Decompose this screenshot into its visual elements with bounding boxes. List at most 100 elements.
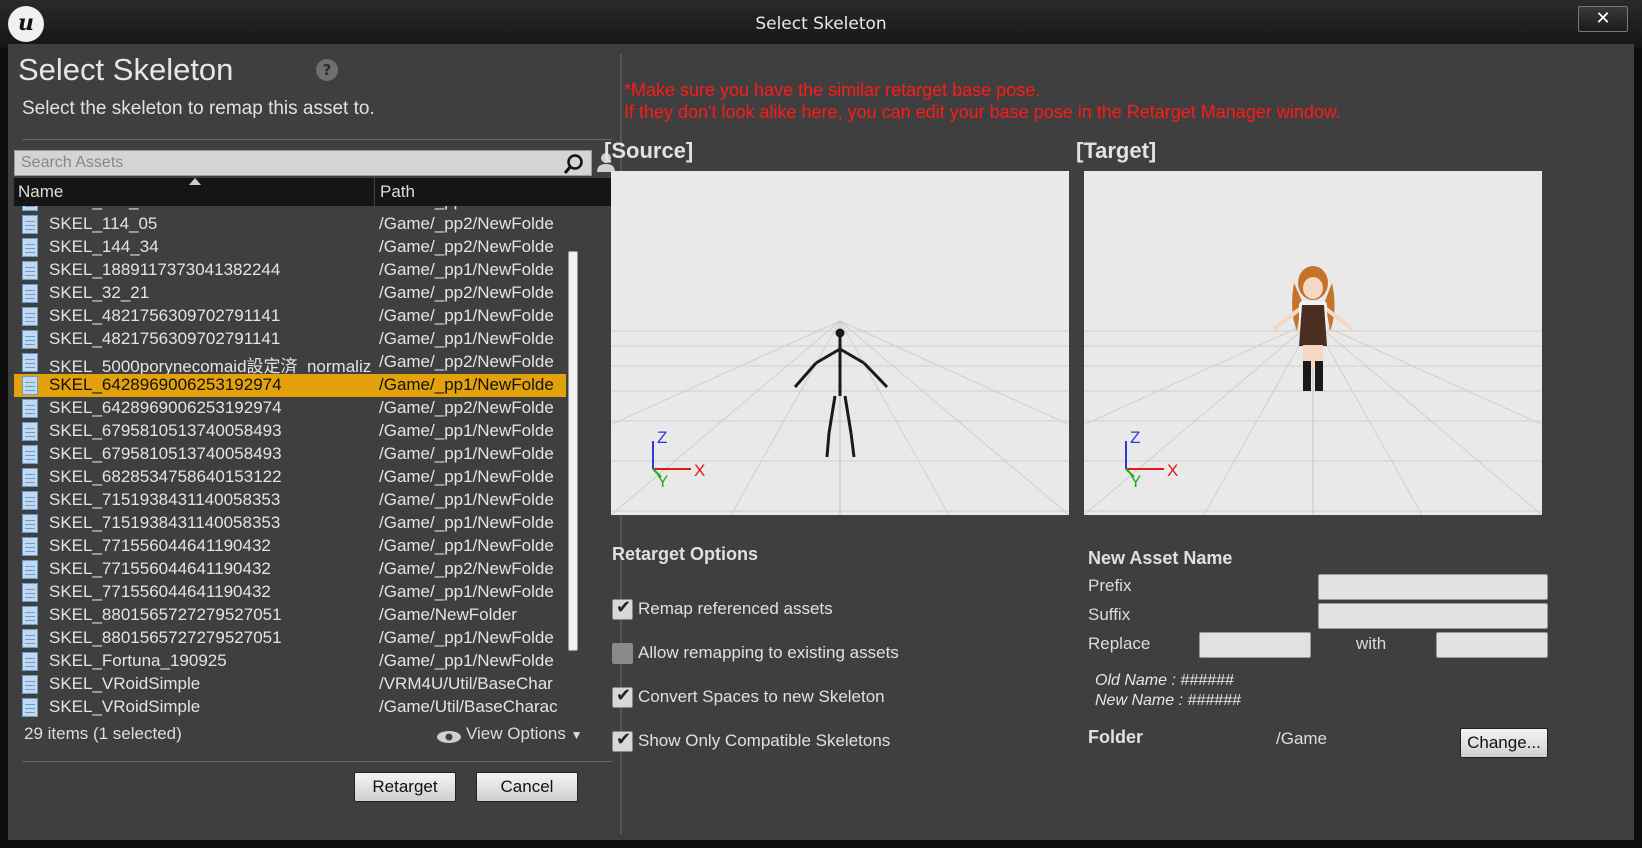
warning-line-2: If they don't look alike here, you can e… <box>624 102 1341 122</box>
checkbox[interactable]: ✔ <box>612 685 633 708</box>
skeleton-asset-icon <box>22 445 38 464</box>
skeleton-asset-icon <box>22 629 38 648</box>
search-input[interactable]: Search Assets <box>14 150 592 176</box>
new-asset-name-title: New Asset Name <box>1088 548 1233 568</box>
skeleton-asset-icon <box>22 215 38 234</box>
skeleton-asset-icon <box>22 330 38 349</box>
with-label: with <box>1356 634 1387 653</box>
list-scrollbar[interactable] <box>568 251 578 651</box>
checkbox[interactable]: ✔ <box>612 729 633 752</box>
table-row[interactable]: SKEL_771556044641190432/Game/_pp2/NewFol… <box>14 558 566 581</box>
retarget-options-title: Retarget Options <box>612 544 759 564</box>
table-row[interactable]: SKEL_114_10/Game/_pp2/NewFolde <box>14 206 566 213</box>
source-scene: Z X Y <box>611 320 1069 515</box>
old-name-preview: Old Name : ###### <box>1095 672 1234 689</box>
table-row[interactable]: SKEL_144_34/Game/_pp2/NewFolde <box>14 236 566 259</box>
skeleton-asset-icon <box>22 491 38 510</box>
table-row[interactable]: SKEL_VRoidSimple/VRM4U/Util/BaseChar <box>14 673 566 696</box>
table-row[interactable]: SKEL_5000porynecomaid設定済_normaliz/Game/_… <box>14 351 566 376</box>
table-row[interactable]: SKEL_6795810513740058493/Game/_pp1/NewFo… <box>14 443 566 466</box>
axis-z-label: Z <box>1130 428 1140 447</box>
suffix-input[interactable] <box>1318 603 1548 629</box>
divider <box>22 761 612 762</box>
retarget-button[interactable]: Retarget <box>354 772 456 802</box>
asset-name: SKEL_Fortuna_190925 <box>49 651 227 670</box>
skeleton-asset-icon <box>22 376 38 395</box>
asset-path: /Game/_pp1/NewFolde <box>379 306 554 325</box>
view-options-label: View Options <box>466 724 566 743</box>
skeleton-asset-icon <box>22 560 38 579</box>
asset-path: /Game/NewFolder <box>379 605 517 624</box>
target-viewport[interactable]: Z X Y <box>1084 171 1542 515</box>
table-row[interactable]: SKEL_4821756309702791141/Game/_pp1/NewFo… <box>14 305 566 328</box>
table-row[interactable]: SKEL_114_05/Game/_pp2/NewFolde <box>14 213 566 236</box>
asset-name: SKEL_771556044641190432 <box>49 559 271 578</box>
table-row[interactable]: SKEL_32_21/Game/_pp2/NewFolde <box>14 282 566 305</box>
skeleton-asset-icon <box>22 261 38 280</box>
asset-path: /Game/_pp1/NewFolde <box>379 513 554 532</box>
search-placeholder: Search Assets <box>21 154 124 171</box>
checkmark-icon: ✔ <box>616 729 632 750</box>
column-path[interactable]: Path <box>380 182 415 202</box>
replace-input[interactable] <box>1199 632 1311 658</box>
table-row[interactable]: SKEL_6428969006253192974/Game/_pp1/NewFo… <box>14 374 566 397</box>
asset-list[interactable]: SKEL_114_10/Game/_pp2/NewFoldeSKEL_114_0… <box>14 206 584 766</box>
asset-path: /Game/_pp1/NewFolde <box>379 651 554 670</box>
search-icon[interactable] <box>563 153 585 175</box>
asset-path: /Game/_pp1/NewFolde <box>379 536 554 555</box>
table-row[interactable]: SKEL_4821756309702791141/Game/_pp1/NewFo… <box>14 328 566 351</box>
table-row[interactable]: SKEL_771556044641190432/Game/_pp1/NewFol… <box>14 535 566 558</box>
asset-name: SKEL_114_05 <box>49 214 158 233</box>
retarget-options-list: ✔ Remap referenced assets Allow remapping … <box>612 597 1012 798</box>
asset-path: /Game/_pp1/NewFolde <box>379 444 554 463</box>
table-row[interactable]: SKEL_8801565727279527051/Game/NewFolder <box>14 604 566 627</box>
table-row[interactable]: SKEL_1889117373041382244/Game/_pp1/NewFo… <box>14 259 566 282</box>
change-folder-button[interactable]: Change... <box>1460 728 1548 758</box>
checkbox[interactable] <box>612 643 633 664</box>
column-name[interactable]: Name <box>18 182 63 202</box>
close-button[interactable]: ✕ <box>1578 6 1628 32</box>
asset-path: /VRM4U/Util/BaseChar <box>379 674 553 693</box>
table-row[interactable]: SKEL_7151938431140058353/Game/_pp1/NewFo… <box>14 489 566 512</box>
retarget-warning: *Make sure you have the similar retarget… <box>624 79 1341 123</box>
asset-path: /Game/_pp1/NewFolde <box>379 329 554 348</box>
asset-path: /Game/_pp1/NewFolde <box>379 260 554 279</box>
asset-path: /Game/_pp2/NewFolde <box>379 214 554 233</box>
column-divider[interactable] <box>374 178 375 206</box>
skeleton-asset-icon <box>22 206 38 211</box>
skeleton-asset-icon <box>22 353 38 372</box>
table-row[interactable]: SKEL_6428969006253192974/Game/_pp2/NewFo… <box>14 397 566 420</box>
prefix-label: Prefix <box>1088 576 1132 595</box>
table-row[interactable]: SKEL_Fortuna_190925/Game/_pp1/NewFolde <box>14 650 566 673</box>
page-title: Select Skeleton <box>18 52 234 87</box>
asset-path: /Game/_pp1/NewFolde <box>379 490 554 509</box>
table-row[interactable]: SKEL_8801565727279527051/Game/_pp1/NewFo… <box>14 627 566 650</box>
help-icon[interactable]: ? <box>316 59 338 81</box>
checkmark-icon: ✔ <box>616 597 632 618</box>
eye-icon[interactable] <box>436 730 462 744</box>
dialog-body: Select Skeleton ? Select the skeleton to… <box>8 44 1634 840</box>
target-scene: Z X Y <box>1084 266 1542 515</box>
skeleton-asset-icon <box>22 698 38 717</box>
asset-path: /Game/_pp2/NewFolde <box>379 398 554 417</box>
asset-path: /Game/_pp2/NewFolde <box>379 559 554 578</box>
asset-path: /Game/_pp1/NewFolde <box>379 467 554 486</box>
replace-label: Replace <box>1088 634 1151 653</box>
divider <box>22 139 612 140</box>
skeleton-asset-icon <box>22 606 38 625</box>
table-row[interactable]: SKEL_VRoidSimple/Game/Util/BaseCharac <box>14 696 566 719</box>
with-input[interactable] <box>1436 632 1548 658</box>
table-row[interactable]: SKEL_6828534758640153122/Game/_pp1/NewFo… <box>14 466 566 489</box>
cancel-button[interactable]: Cancel <box>476 772 578 802</box>
prefix-input[interactable] <box>1318 574 1548 600</box>
sort-ascending-icon <box>189 178 201 185</box>
table-row[interactable]: SKEL_6795810513740058493/Game/_pp1/NewFo… <box>14 420 566 443</box>
asset-name: SKEL_VRoidSimple <box>49 697 201 716</box>
checkbox[interactable]: ✔ <box>612 597 633 620</box>
table-row[interactable]: SKEL_7151938431140058353/Game/_pp1/NewFo… <box>14 512 566 535</box>
view-options-button[interactable]: View Options ▼ <box>466 724 582 744</box>
source-viewport[interactable]: Z X Y <box>611 171 1069 515</box>
option-label: Convert Spaces to new Skeleton <box>638 687 885 706</box>
skeleton-asset-icon <box>22 307 38 326</box>
table-row[interactable]: SKEL_771556044641190432/Game/_pp1/NewFol… <box>14 581 566 604</box>
